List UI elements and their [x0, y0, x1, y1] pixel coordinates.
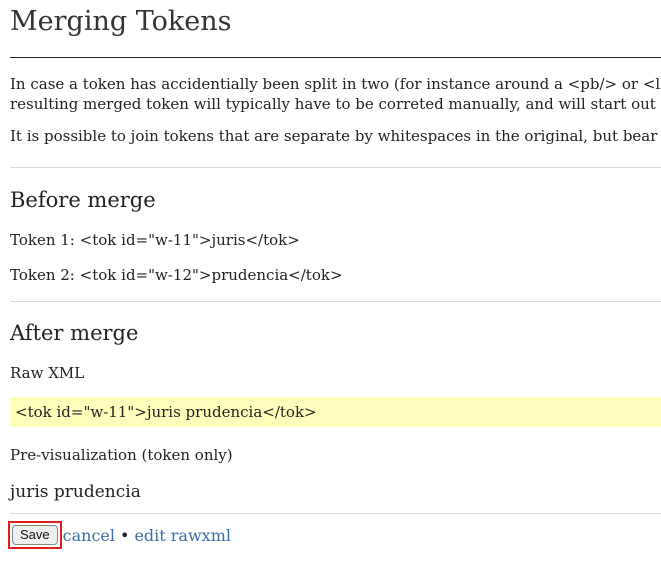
token-2-xml: <tok id="w-12">prudencia</tok> [79, 266, 343, 284]
token-1-line: Token 1: <tok id="w-11">juris</tok> [10, 230, 300, 250]
actions-divider [10, 513, 661, 514]
preview-label: Pre-visualization (token only) [10, 446, 233, 464]
token-preview: juris prudencia [10, 482, 141, 502]
token-1-xml: <tok id="w-11">juris</tok> [79, 231, 300, 249]
section-divider [10, 167, 661, 168]
intro-line-2: resulting merged token will typically ha… [10, 95, 661, 113]
after-merge-heading: After merge [10, 321, 139, 345]
before-merge-heading: Before merge [10, 188, 156, 212]
raw-xml-label: Raw XML [10, 364, 85, 382]
save-button[interactable]: Save [12, 525, 58, 545]
edit-rawxml-link[interactable]: edit rawxml [134, 526, 231, 545]
header: Merging Tokens [10, 0, 661, 39]
token-1-label: Token 1: [10, 231, 75, 249]
section-divider [10, 301, 661, 302]
action-separator: • [120, 525, 130, 545]
action-bar: Save cancel • edit rawxml [8, 521, 231, 549]
intro-paragraph-2: It is possible to join tokens that are s… [10, 127, 661, 145]
page: Merging Tokens In case a token has accid… [0, 0, 661, 577]
title-divider [10, 57, 661, 58]
save-button-focus-highlight: Save [8, 521, 62, 549]
token-2-line: Token 2: <tok id="w-12">prudencia</tok> [10, 265, 343, 285]
intro-section: In case a token has accidentially been s… [10, 74, 661, 146]
intro-line-1: In case a token has accidentially been s… [10, 75, 661, 93]
raw-xml-output: <tok id="w-11">juris prudencia</tok> [10, 397, 661, 427]
intro-paragraph-1: In case a token has accidentially been s… [10, 74, 661, 114]
cancel-link[interactable]: cancel [63, 526, 115, 545]
page-title: Merging Tokens [10, 6, 232, 37]
token-2-label: Token 2: [10, 266, 75, 284]
